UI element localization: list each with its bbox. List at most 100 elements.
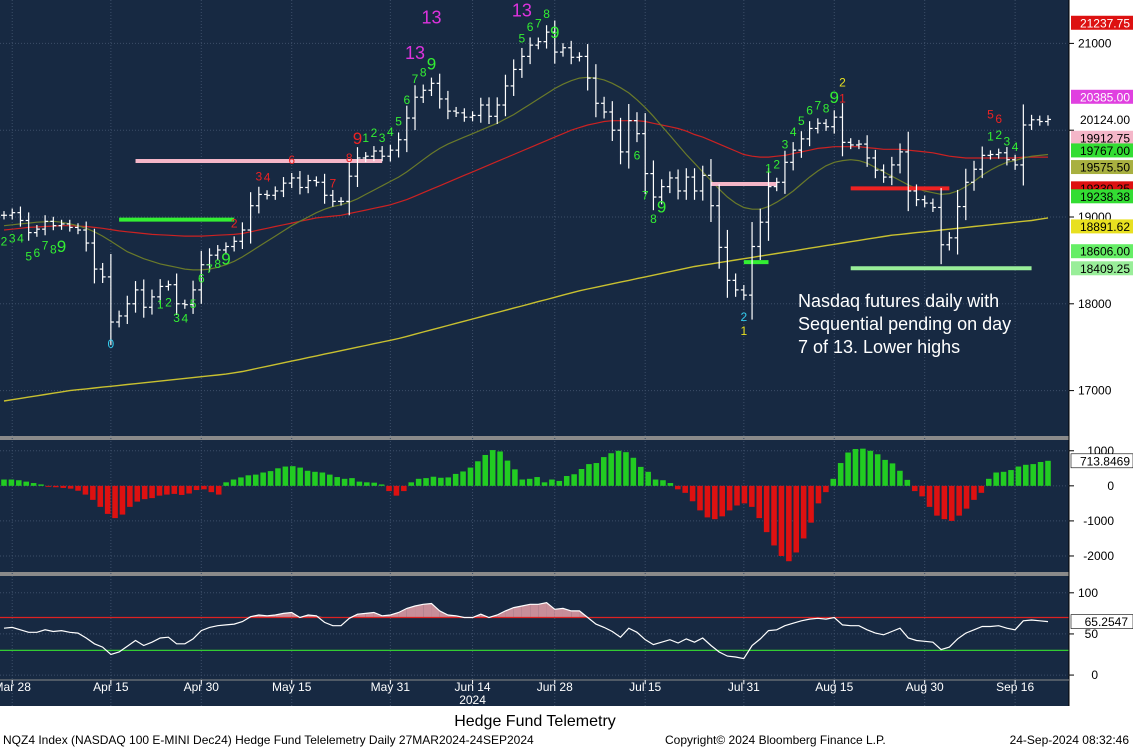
price-level-tag: 19238.38 (1080, 190, 1130, 204)
setup-count-label: 8 (346, 151, 353, 165)
oscillator-bar (704, 485, 711, 518)
rsi-overbought-fill (538, 602, 547, 618)
oscillator-current-tag: 713.8469 (1080, 454, 1130, 468)
setup-count-label: 5 (25, 250, 32, 264)
oscillator-bar (289, 466, 296, 486)
oscillator-bar (712, 485, 718, 520)
oscillator-bar (393, 485, 400, 496)
setup-count-label: 4 (387, 125, 394, 139)
oscillator-bar (578, 469, 585, 486)
oscillator-bar (327, 474, 333, 486)
x-axis-label: Aug 30 (906, 680, 944, 694)
oscillator-bar (30, 483, 37, 486)
footer-timestamp: 24-Sep-2024 08:32:46 (1010, 733, 1130, 747)
panel-divider-2[interactable] (0, 572, 1069, 576)
oscillator-bar (304, 470, 311, 486)
oscillator-bar (23, 481, 29, 486)
oscillator-bar (911, 485, 918, 492)
oscillator-bar (193, 485, 200, 491)
oscillator-bar (334, 477, 340, 486)
oscillator-bar (16, 480, 22, 486)
setup-count-label: 3 (782, 137, 789, 151)
setup-count-label: 4 (1012, 140, 1019, 154)
x-axis-label: Jul 31 (728, 680, 760, 694)
oscillator-bar (504, 460, 511, 486)
x-axis-label: Apr 30 (184, 680, 220, 694)
oscillator-bar (956, 485, 962, 516)
oscillator-bar (845, 452, 851, 486)
x-axis-label: Mar 28 (0, 680, 31, 694)
setup-count-label: 6 (288, 153, 295, 167)
price-level-tag: 18891.62 (1080, 220, 1130, 234)
oscillator-bar (526, 478, 533, 486)
oscillator-bar (778, 485, 785, 556)
oscillator-bar (1008, 470, 1014, 486)
oscillator-bar (238, 477, 244, 486)
oscillator-bar (260, 472, 266, 486)
price-level-tag: 18606.00 (1080, 245, 1130, 259)
price-level-tag: 21237.75 (1080, 16, 1130, 30)
oscillator-bar (615, 450, 622, 486)
setup-count-label: 2 (371, 126, 378, 140)
setup-count-label: 6 (34, 246, 41, 260)
rsi-overbought-fill (571, 610, 580, 618)
oscillator-bar (852, 449, 859, 486)
setup-count-label: 5 (190, 297, 197, 311)
oscillator-bar (430, 476, 437, 486)
setup-count-label: 3 (379, 131, 386, 145)
oscillator-bar (482, 454, 489, 486)
x-axis-label: Aug 15 (815, 680, 853, 694)
oscillator-bar (134, 485, 141, 502)
oscillator-bar (1037, 461, 1044, 486)
oscillator-bar (771, 485, 777, 546)
oscillator-bar (815, 485, 822, 504)
setup-count-label: 6 (198, 272, 205, 286)
oscillator-bar (460, 471, 466, 486)
setup-count-label: 9 (57, 237, 66, 256)
oscillator-bar (378, 484, 385, 486)
chart-canvas: 2 3 45 67 8 901 23 4567 8 923 46789 1 2 3 4567 8 956 7896… (0, 0, 1133, 748)
axis-background (1069, 0, 1133, 706)
setup-count-label: 7 (642, 189, 649, 203)
price-level-tag: 19767.00 (1080, 144, 1130, 158)
oscillator-bar (600, 457, 607, 486)
oscillator-bar (208, 485, 215, 493)
price-level-tag: 19575.50 (1080, 161, 1130, 175)
oscillator-bar (104, 485, 111, 514)
x-axis-label: Jun 28 (537, 680, 573, 694)
oscillator-bar (808, 485, 814, 523)
oscillator-bar (978, 485, 985, 493)
setup-count-label: 3 (9, 232, 16, 246)
oscillator-bar (319, 472, 326, 486)
setup-count-label: 9 (427, 54, 436, 73)
panel-divider-1[interactable] (0, 436, 1069, 440)
oscillator-bar (415, 478, 422, 486)
annotation-line-2: Sequential pending on day (798, 314, 1011, 334)
price-axis-label: 18000 (1078, 297, 1112, 311)
oscillator-bar (963, 485, 970, 509)
oscillator-bar (1023, 464, 1029, 486)
setup-count-label: 6 (995, 112, 1002, 126)
setup-count-label: 7 (42, 238, 49, 252)
setup-count-label: 2 (773, 157, 780, 171)
setup-count-label: 2 (231, 216, 238, 230)
oscillator-bar (297, 467, 303, 486)
oscillator-bar (386, 485, 392, 492)
price-level-tag: 20124.00 (1080, 113, 1130, 127)
oscillator-bar (719, 485, 725, 517)
countdown-label: 1 (839, 91, 846, 105)
oscillator-bar (364, 482, 370, 486)
oscillator-bar (349, 478, 355, 486)
setup-count-label: 7 (206, 262, 213, 276)
oscillator-bar (438, 477, 444, 486)
oscillator-bar (452, 473, 459, 486)
oscillator-axis-label: -2000 (1083, 549, 1114, 563)
oscillator-bar (904, 479, 911, 486)
oscillator-bar (563, 476, 570, 486)
footer-copyright: Copyright© 2024 Bloomberg Finance L.P. (665, 733, 886, 747)
setup-count-label: 9 (830, 88, 839, 107)
oscillator-bar (90, 485, 96, 500)
footer-security: NQZ4 Index (NASDAQ 100 E-MINI Dec24) Hed… (3, 733, 534, 747)
oscillator-bar (882, 459, 888, 486)
oscillator-bar (186, 485, 192, 494)
